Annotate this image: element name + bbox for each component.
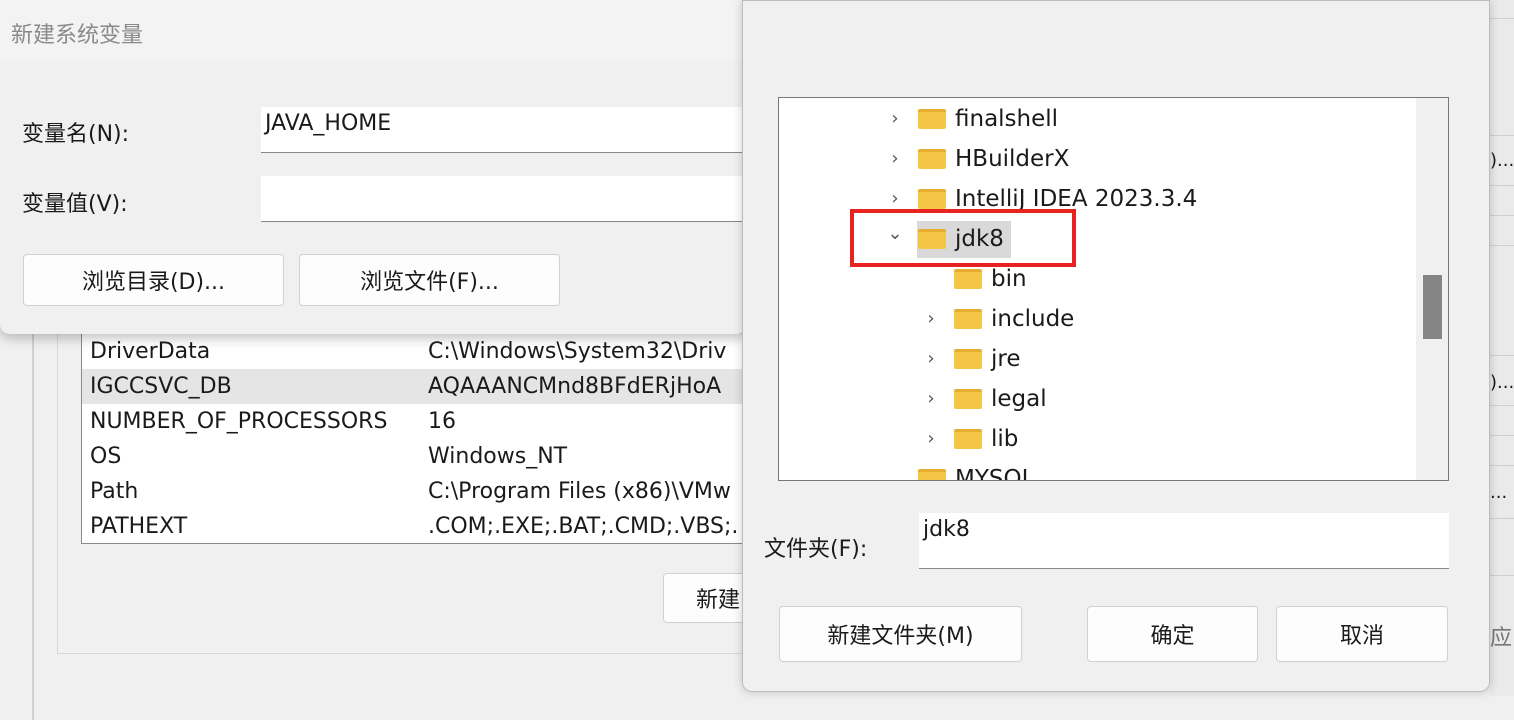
- chevron-right-icon[interactable]: ›: [920, 380, 942, 418]
- variable-value: C:\Program Files (x86)\VMw: [428, 479, 731, 504]
- variable-value: Windows_NT: [428, 444, 568, 469]
- tree-item-label: include: [991, 306, 1075, 332]
- system-variables-list[interactable]: DriverData C:\Windows\System32\Driv IGCCSV…: [81, 333, 761, 544]
- variable-value-label: 变量值(V):: [22, 192, 128, 217]
- tree-item[interactable]: › lib: [920, 420, 1018, 458]
- new-system-variable-dialog: 新建系统变量 变量名(N): JAVA_HOME 变量值(V): 浏览目录(D)…: [0, 0, 751, 334]
- variable-name: PATHEXT: [90, 514, 188, 539]
- chevron-right-icon[interactable]: ›: [920, 300, 942, 338]
- variable-value: AQAAANCMnd8BFdERjHoA: [428, 374, 722, 399]
- variable-name-label: 变量名(N):: [22, 122, 130, 147]
- browse-folder-dialog: › finalshell › HBuilderX › IntelliJ IDEA 2023…: [742, 0, 1490, 692]
- apply-button-fragment[interactable]: 应: [1490, 620, 1512, 652]
- folder-tree[interactable]: › finalshell › HBuilderX › IntelliJ IDEA 2023…: [778, 97, 1449, 481]
- tree-item[interactable]: › legal: [920, 380, 1047, 418]
- variable-name: NUMBER_OF_PROCESSORS: [90, 409, 388, 434]
- folder-icon: [918, 149, 946, 169]
- browse-directory-button[interactable]: 浏览目录(D)...: [23, 254, 284, 306]
- variable-value-input[interactable]: [261, 176, 751, 222]
- variable-row[interactable]: IGCCSVC_DB AQAAANCMnd8BFdERjHoA: [82, 369, 760, 404]
- cancel-button[interactable]: 取消: [1276, 606, 1448, 662]
- chevron-down-icon[interactable]: ⌄: [884, 215, 906, 253]
- variable-name: DriverData: [90, 339, 211, 364]
- variable-value: C:\Windows\System32\Driv: [428, 339, 727, 364]
- tree-item-label: legal: [991, 386, 1047, 412]
- folder-icon: [918, 229, 946, 249]
- folder-icon: [954, 349, 982, 369]
- tree-item[interactable]: MYSQL: [884, 460, 1035, 481]
- scrollbar-thumb[interactable]: [1423, 275, 1442, 339]
- tree-item[interactable]: ⌄ jdk8: [884, 220, 1004, 258]
- chevron-right-icon[interactable]: ›: [884, 140, 906, 178]
- variable-row[interactable]: Path C:\Program Files (x86)\VMw: [82, 474, 760, 509]
- chevron-right-icon[interactable]: ›: [920, 340, 942, 378]
- browse-file-button[interactable]: 浏览文件(F)...: [299, 254, 560, 306]
- variable-name: IGCCSVC_DB: [90, 374, 232, 399]
- tree-item[interactable]: › include: [920, 300, 1074, 338]
- dialog-title: 新建系统变量: [0, 0, 748, 60]
- fragment-text: )...: [1490, 372, 1514, 393]
- background-window-edge: )... )... ... 应: [1490, 0, 1514, 696]
- tree-scrollbar[interactable]: [1416, 98, 1448, 480]
- folder-icon: [954, 269, 982, 289]
- variable-value: 16: [428, 409, 456, 434]
- folder-icon: [954, 309, 982, 329]
- variable-name: OS: [90, 444, 122, 469]
- folder-icon: [954, 389, 982, 409]
- folder-label: 文件夹(F):: [764, 537, 868, 562]
- tree-item-label: finalshell: [955, 106, 1059, 132]
- tree-item-label: lib: [991, 426, 1019, 452]
- variable-row[interactable]: OS Windows_NT: [82, 439, 760, 474]
- folder-icon: [954, 429, 982, 449]
- folder-icon: [918, 109, 946, 129]
- variable-row[interactable]: NUMBER_OF_PROCESSORS 16: [82, 404, 760, 439]
- tree-item-label: HBuilderX: [955, 146, 1070, 172]
- folder-icon: [918, 189, 946, 209]
- tree-item[interactable]: › finalshell: [884, 100, 1058, 138]
- tree-item[interactable]: › jre: [920, 340, 1021, 378]
- tree-item[interactable]: › HBuilderX: [884, 140, 1069, 178]
- variable-name-input[interactable]: JAVA_HOME: [261, 107, 751, 153]
- fragment-text: ...: [1490, 482, 1508, 503]
- variable-row[interactable]: DriverData C:\Windows\System32\Driv: [82, 334, 760, 369]
- tree-item-label: jdk8: [955, 226, 1004, 252]
- chevron-right-icon[interactable]: ›: [920, 420, 942, 458]
- tree-item-label: MYSQL: [955, 466, 1035, 481]
- new-folder-button[interactable]: 新建文件夹(M): [779, 606, 1022, 662]
- variable-name: Path: [90, 479, 139, 504]
- variable-row[interactable]: PATHEXT .COM;.EXE;.BAT;.CMD;.VBS;.: [82, 509, 760, 544]
- chevron-right-icon[interactable]: ›: [884, 100, 906, 138]
- folder-input[interactable]: jdk8: [919, 513, 1449, 569]
- fragment-text: )...: [1490, 150, 1514, 171]
- ok-button[interactable]: 确定: [1087, 606, 1258, 662]
- variable-value: .COM;.EXE;.BAT;.CMD;.VBS;.: [428, 514, 739, 539]
- tree-item-label: jre: [991, 346, 1021, 372]
- folder-icon: [918, 469, 946, 480]
